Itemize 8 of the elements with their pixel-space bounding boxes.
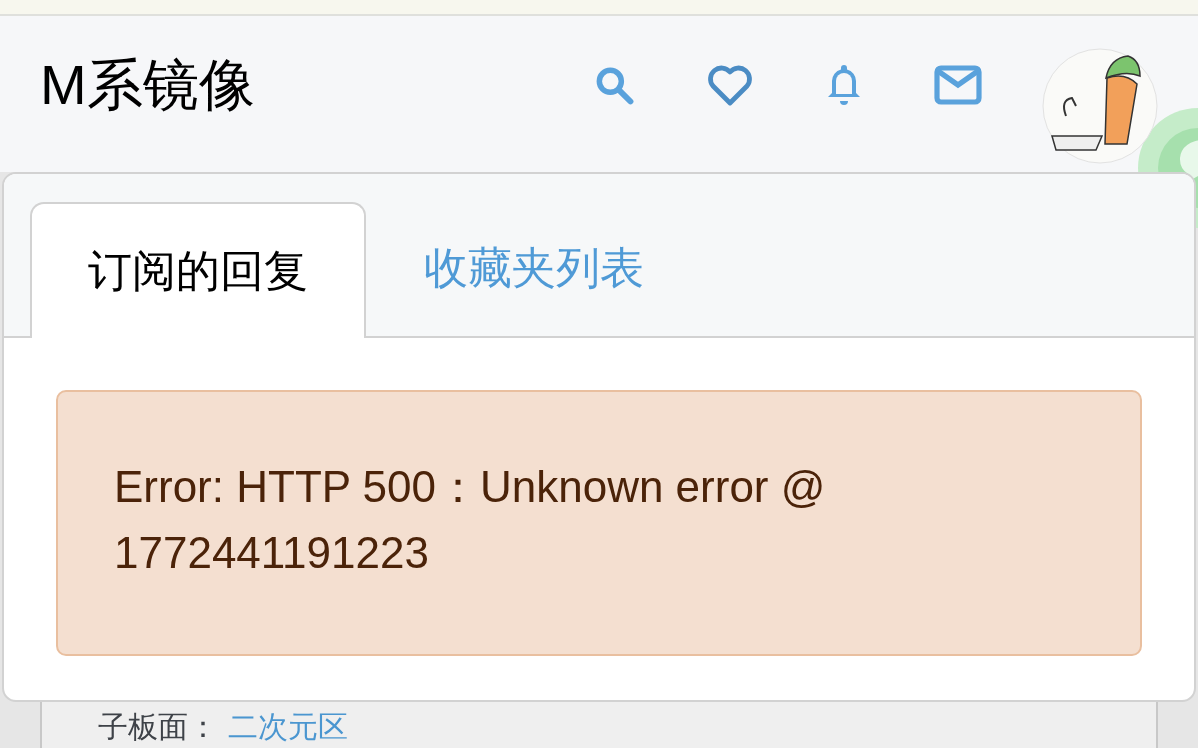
heart-icon[interactable] <box>706 63 754 107</box>
tab[interactable]: 收藏夹列表 <box>366 200 702 336</box>
tab[interactable]: 订阅的回复 <box>30 202 366 338</box>
mail-icon[interactable] <box>934 65 982 105</box>
site-title: M系镜像 <box>40 57 255 113</box>
error-message: Error: HTTP 500：Unknown error @ 1772441191223 <box>56 390 1142 656</box>
board-link[interactable]: 二次元区 <box>228 712 348 742</box>
board-label: 子板面： <box>98 712 218 742</box>
